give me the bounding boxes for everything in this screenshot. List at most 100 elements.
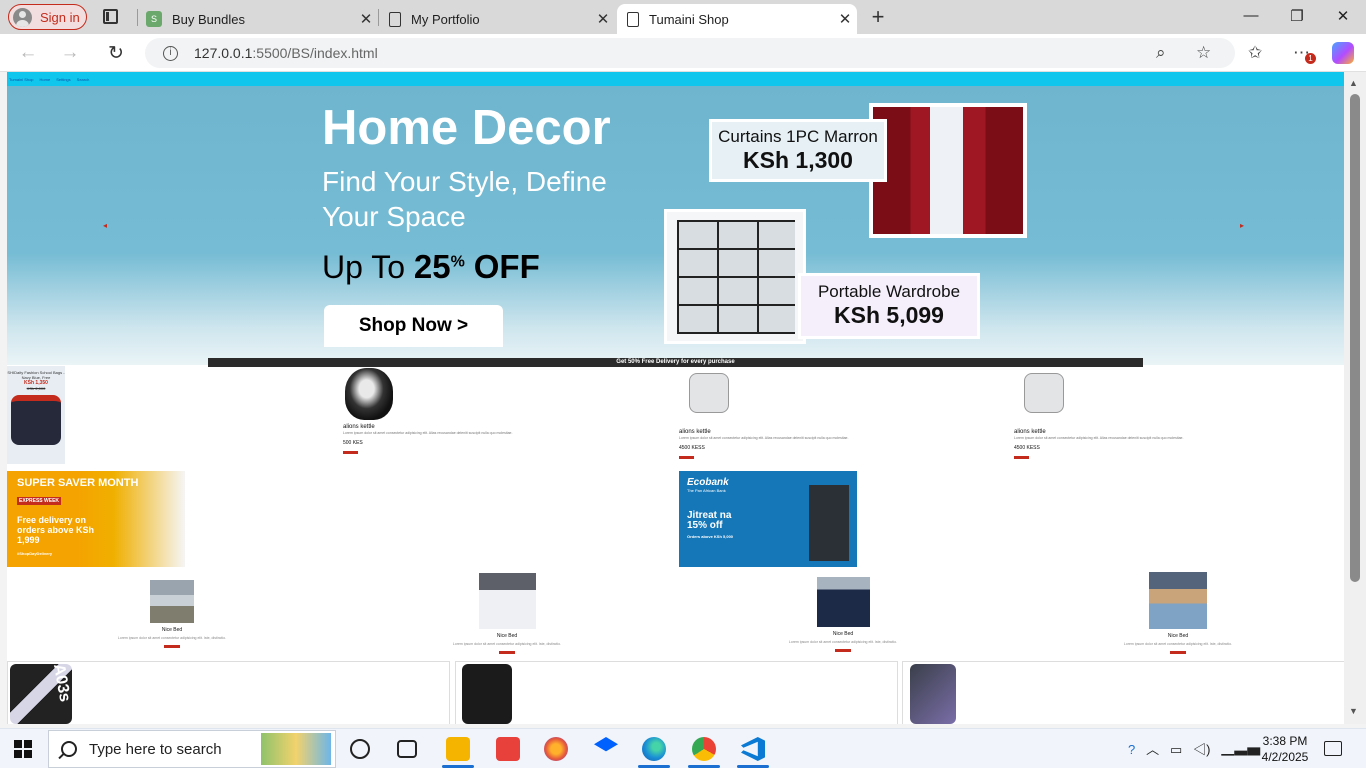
notification-center-icon[interactable]: [1324, 741, 1342, 756]
wps-office-icon[interactable]: [496, 737, 520, 761]
appliances-image: [809, 485, 849, 561]
carousel-prev-icon[interactable]: ◂: [103, 221, 107, 230]
system-clock[interactable]: 3:38 PM 4/2/2025: [1252, 733, 1318, 765]
tab-close-icon[interactable]: ✕: [354, 10, 378, 28]
product-card[interactable]: alions kettle Lorem ipsum dolor sit amet…: [679, 368, 879, 459]
bed-card[interactable]: Nice Bed Lorem ipsum dolor sit amet cons…: [72, 572, 272, 648]
offer-prefix: Up To: [322, 249, 406, 285]
nav-home[interactable]: Home: [40, 77, 51, 82]
super-saver-banner[interactable]: SUPER SAVER MONTH EXPRESS WEEK Free deli…: [7, 471, 185, 567]
edge-icon[interactable]: [642, 737, 666, 761]
product-desc: Lorem ipsum dolor sit amet consectetur a…: [343, 431, 513, 435]
bed-image: [1149, 572, 1207, 629]
volume-icon[interactable]: ◁): [1193, 742, 1210, 757]
nav-settings[interactable]: Settings: [56, 77, 70, 82]
clock-date: 4/2/2025: [1261, 750, 1309, 764]
site-brand[interactable]: Tumaini Shop: [9, 77, 34, 82]
carousel-next-icon[interactable]: ▸: [1240, 221, 1244, 230]
tab-label: Buy Bundles: [172, 11, 245, 27]
phone-card[interactable]: [902, 661, 1344, 724]
kettle-image: [345, 368, 393, 420]
chrome-icon[interactable]: [692, 737, 716, 761]
forward-arrow-icon[interactable]: →: [58, 42, 82, 64]
product-name: alions kettle: [343, 424, 375, 430]
scroll-up-icon[interactable]: ▲: [1349, 78, 1358, 88]
product-price: 4500 KESS: [679, 445, 705, 451]
tab-close-icon[interactable]: ✕: [833, 10, 857, 28]
page-scrollbar[interactable]: ▲ ▼: [1344, 72, 1366, 724]
sign-in-label: Sign in: [40, 9, 80, 25]
product-card[interactable]: alions kettle Lorem ipsum dolor sit amet…: [1014, 368, 1214, 459]
bag-title: SHIDaity Fashion School Bags - Navy Blue…: [7, 370, 65, 380]
wardrobe-name: Portable Wardrobe: [817, 282, 961, 301]
refresh-icon[interactable]: ↻: [104, 42, 128, 65]
task-view-icon[interactable]: [397, 740, 417, 758]
product-desc: Lorem ipsum dolor sit amet consectetur a…: [679, 436, 849, 440]
bed-card[interactable]: Nice Bed Lorem ipsum dolor sit amet cons…: [743, 572, 943, 652]
scroll-down-icon[interactable]: ▼: [1349, 706, 1358, 716]
taskbar-search[interactable]: Type here to search: [48, 730, 336, 768]
favorite-star-icon[interactable]: ☆: [1196, 43, 1211, 63]
curtain-price-card: Curtains 1PC Marron KSh 1,300: [709, 119, 887, 182]
bed-card[interactable]: Nice Bed Lorem ipsum dolor sit amet cons…: [407, 572, 607, 654]
restore-icon[interactable]: ❐: [1287, 7, 1307, 25]
add-to-cart-button[interactable]: [1014, 456, 1029, 459]
bed-desc: Lorem ipsum dolor sit amet consectetur a…: [452, 642, 562, 646]
tab-close-icon[interactable]: ✕: [591, 10, 615, 28]
cortana-icon[interactable]: [350, 739, 370, 759]
nav-search[interactable]: Search: [77, 77, 90, 82]
tab-my-portfolio[interactable]: My Portfolio ✕: [379, 4, 615, 34]
phone-card[interactable]: [455, 661, 898, 724]
green-s-favicon-icon: S: [146, 11, 162, 27]
back-arrow-icon[interactable]: ←: [16, 42, 40, 64]
product-name: alions kettle: [679, 429, 711, 435]
bed-buy-button[interactable]: [835, 649, 851, 652]
offer-unit: %: [450, 253, 465, 271]
battery-icon[interactable]: ▭: [1170, 742, 1182, 757]
zoom-icon[interactable]: ⌕: [1156, 43, 1166, 63]
bed-buy-button[interactable]: [1170, 651, 1186, 654]
school-bag-image: [11, 395, 61, 445]
tab-label: My Portfolio: [411, 11, 480, 27]
bed-name: Nice Bed: [161, 627, 183, 633]
system-tray: ? ︿ ▭ ◁) ▁▃▅: [1128, 739, 1260, 758]
phone-card[interactable]: A03s: [7, 661, 450, 724]
scroll-thumb[interactable]: [1350, 94, 1360, 582]
tab-tumaini-shop[interactable]: Tumaini Shop ✕: [617, 4, 857, 34]
chevron-up-icon[interactable]: ︿: [1146, 742, 1159, 757]
firefox-icon[interactable]: [544, 737, 568, 761]
add-to-cart-button[interactable]: [679, 456, 694, 459]
school-bag-ad[interactable]: SHIDaity Fashion School Bags - Navy Blue…: [7, 366, 65, 464]
supersaver-line: Free delivery on orders above KSh 1,999: [17, 515, 95, 545]
shop-now-button[interactable]: Shop Now >: [324, 305, 503, 347]
sign-in-button[interactable]: Sign in: [8, 4, 87, 30]
copilot-icon[interactable]: [1332, 42, 1354, 64]
bed-buy-button[interactable]: [499, 651, 515, 654]
ecobank-banner[interactable]: Ecobank The Pan African Bank Jitreat na …: [679, 471, 857, 567]
bed-buy-button[interactable]: [164, 645, 180, 648]
minimize-icon[interactable]: —: [1241, 7, 1261, 24]
add-to-cart-button[interactable]: [343, 451, 358, 454]
window-close-icon[interactable]: ✕: [1333, 7, 1353, 25]
notification-badge: 1: [1305, 53, 1316, 64]
tab-actions-icon[interactable]: [103, 9, 118, 24]
product-card[interactable]: alions kettle Lorem ipsum dolor sit amet…: [343, 368, 543, 454]
bed-card[interactable]: Nice Bed Lorem ipsum dolor sit amet cons…: [1078, 572, 1278, 654]
toaster-image: [1016, 373, 1214, 425]
dropbox-icon[interactable]: [594, 737, 618, 752]
search-icon: [61, 741, 77, 757]
curtain-name: Curtains 1PC Marron: [718, 127, 878, 146]
windows-start-icon[interactable]: [14, 740, 32, 758]
hero-subtitle: Find Your Style, Define Your Space: [322, 166, 607, 232]
wardrobe-price: KSh 5,099: [834, 302, 944, 328]
help-icon[interactable]: ?: [1128, 742, 1135, 757]
vscode-icon[interactable]: [741, 737, 765, 761]
new-tab-button[interactable]: +: [868, 4, 888, 30]
search-placeholder: Type here to search: [89, 740, 222, 758]
offer-suffix: OFF: [473, 248, 540, 285]
favorites-list-icon[interactable]: ✩: [1248, 43, 1262, 63]
url-field[interactable]: i 127.0.0.1:5500/BS/index.html: [145, 38, 1235, 68]
file-explorer-icon[interactable]: [446, 737, 470, 761]
tab-buy-bundles[interactable]: S Buy Bundles ✕: [138, 4, 378, 34]
site-info-icon[interactable]: i: [163, 45, 178, 61]
